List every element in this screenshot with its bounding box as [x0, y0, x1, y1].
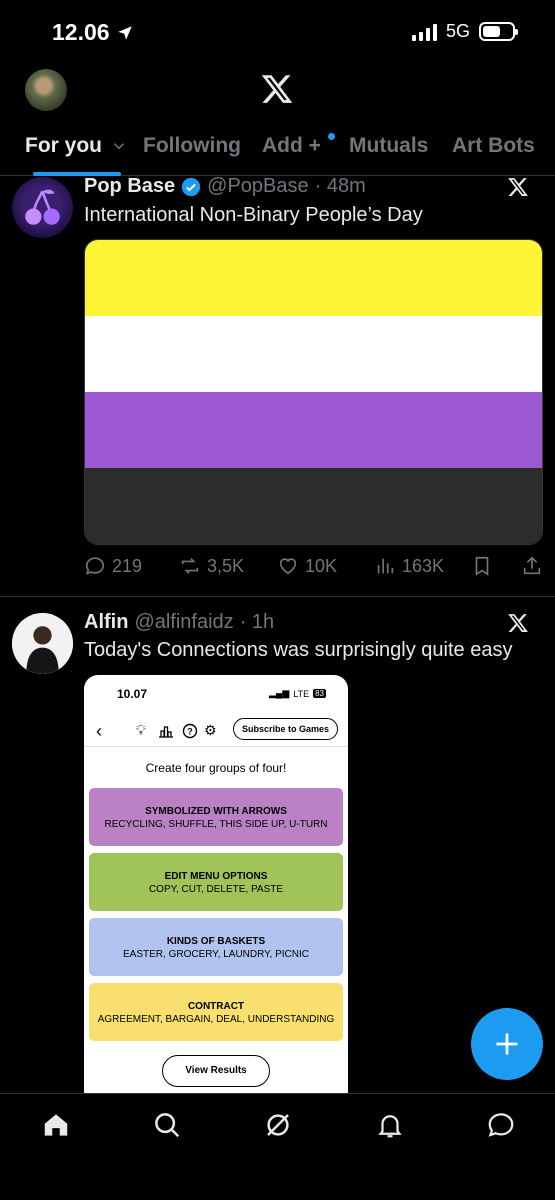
person-photo-icon	[12, 613, 73, 674]
screenshot-toolbar: ‹ 💡︎ ? ⚙ Subscribe to Games	[84, 715, 348, 747]
group-words: COPY, CUT, DELETE, PASTE	[148, 884, 284, 895]
messages-icon[interactable]	[486, 1110, 516, 1140]
svg-text:?: ?	[187, 727, 193, 737]
handle[interactable]: @alfinfaidz	[134, 611, 233, 634]
bell-icon[interactable]	[375, 1110, 405, 1140]
avatar[interactable]	[12, 613, 73, 674]
lightbulb-icon: 💡︎	[136, 722, 146, 738]
tweet-header: Alfin @alfinfaidz · 1h	[84, 611, 274, 634]
search-icon[interactable]	[152, 1110, 182, 1140]
grok-icon[interactable]	[263, 1110, 293, 1140]
back-arrow-icon: ‹	[96, 721, 102, 741]
compose-button[interactable]	[471, 1008, 543, 1080]
gear-icon: ⚙	[204, 722, 217, 738]
connections-group: CONTRACT AGREEMENT, BARGAIN, DEAL, UNDER…	[89, 983, 343, 1041]
help-icon: ?	[182, 723, 198, 739]
group-title: EDIT MENU OPTIONS	[164, 871, 268, 882]
screenshot-prompt: Create four groups of four!	[145, 761, 287, 775]
connections-screenshot[interactable]: 10.07 ▂▄▆ LTE 83 ‹ 💡︎ ? ⚙ Subscribe to G…	[84, 675, 348, 1095]
group-words: AGREEMENT, BARGAIN, DEAL, UNDERSTANDING	[97, 1014, 335, 1025]
connections-group: SYMBOLIZED WITH ARROWS RECYCLING, SHUFFL…	[89, 788, 343, 846]
home-icon[interactable]	[41, 1110, 71, 1140]
group-words: EASTER, GROCERY, LAUNDRY, PICNIC	[123, 949, 309, 960]
view-results-button: View Results	[162, 1055, 270, 1087]
x-logo-icon[interactable]	[507, 612, 529, 634]
screenshot-status: ▂▄▆ LTE 83	[269, 688, 326, 699]
plus-icon	[496, 1033, 518, 1055]
screenshot-battery: 83	[313, 689, 326, 698]
tweet[interactable]: Alfin @alfinfaidz · 1h Today's Connectio…	[0, 0, 555, 1100]
group-words: RECYCLING, SHUFFLE, THIS SIDE UP, U-TURN	[104, 819, 328, 830]
screenshot-time: 10.07	[117, 687, 148, 701]
signal-icon: ▂▄▆	[269, 688, 290, 698]
group-title: CONTRACT	[187, 1001, 245, 1012]
subscribe-button: Subscribe to Games	[232, 718, 338, 740]
leaderboard-icon	[159, 726, 173, 738]
bottom-nav	[0, 1093, 555, 1200]
connections-group: EDIT MENU OPTIONS COPY, CUT, DELETE, PAS…	[89, 853, 343, 911]
connections-group: KINDS OF BASKETS EASTER, GROCERY, LAUNDR…	[89, 918, 343, 976]
group-title: SYMBOLIZED WITH ARROWS	[145, 806, 287, 817]
screenshot-network: LTE	[293, 688, 310, 699]
display-name[interactable]: Alfin	[84, 611, 128, 634]
timestamp: · 1h	[239, 611, 275, 633]
group-title: KINDS OF BASKETS	[166, 936, 266, 947]
tweet-text: Today's Connections was surprisingly qui…	[84, 639, 513, 661]
